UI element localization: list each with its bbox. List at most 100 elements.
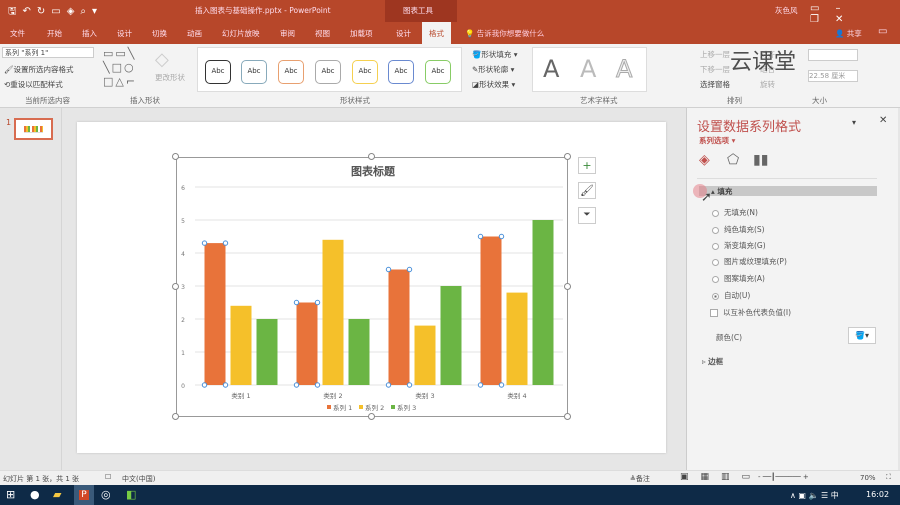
invert-if-negative-checkbox[interactable]: 以互补色代表负值(I): [710, 307, 791, 318]
spellcheck-icon[interactable]: ☐: [105, 473, 111, 481]
x-tick-label: 类别 3: [415, 391, 434, 400]
fill-line-icon[interactable]: ◈: [699, 152, 710, 168]
file-explorer-icon[interactable]: ▰: [53, 488, 61, 501]
chart-styles-button[interactable]: 🖌: [578, 182, 596, 199]
wordart-style-3[interactable]: A: [615, 48, 632, 90]
chart-elements-dropdown[interactable]: 系列 "系列 1": [2, 47, 94, 58]
tab-insert[interactable]: 插入: [82, 28, 97, 39]
comments-icon[interactable]: ▭: [878, 26, 887, 37]
resize-handle[interactable]: [368, 153, 375, 160]
cortana-icon[interactable]: ●: [30, 488, 40, 501]
option-picture-fill[interactable]: 图片或纹理填充(P): [712, 256, 787, 267]
app-icon[interactable]: ◎: [101, 488, 111, 501]
shape-style-7[interactable]: Abc: [425, 60, 451, 84]
tab-transitions[interactable]: 切换: [152, 28, 167, 39]
tab-animations[interactable]: 动画: [187, 28, 202, 39]
language-indicator[interactable]: 中文(中国): [122, 474, 155, 484]
option-gradient-fill[interactable]: 渐变填充(G): [712, 240, 766, 251]
shape-effects-button[interactable]: ◪形状效果 ▾: [472, 79, 515, 90]
ime-indicator[interactable]: 中: [831, 491, 839, 500]
series-selection-handle: [314, 299, 321, 306]
wordart-style-2[interactable]: A: [580, 48, 596, 90]
width-input[interactable]: 22.58 厘米: [808, 70, 858, 82]
series-selection-handle: [222, 240, 229, 246]
shape-style-3[interactable]: Abc: [278, 60, 304, 84]
height-input[interactable]: [808, 49, 858, 61]
shape-effects-label: 形状效果: [479, 80, 510, 89]
rotate-button[interactable]: 旋转: [760, 79, 775, 90]
notes-button[interactable]: ≜备注: [630, 474, 650, 484]
resize-handle[interactable]: [368, 413, 375, 420]
shape-style-6[interactable]: Abc: [388, 60, 414, 84]
resize-handle[interactable]: [172, 153, 179, 160]
border-section-header[interactable]: ▹ 边框: [702, 356, 723, 367]
chart-elements-button[interactable]: +: [578, 157, 596, 174]
color-picker-button[interactable]: 🪣▾: [848, 327, 876, 344]
resize-handle[interactable]: [564, 413, 571, 420]
option-pattern-fill[interactable]: 图案填充(A): [712, 273, 765, 284]
group-label-current-selection: 当前所选内容: [25, 96, 70, 105]
tab-file[interactable]: 文件: [10, 28, 25, 39]
system-tray[interactable]: ∧ ▣ 🔈 ☰ 中: [790, 490, 839, 501]
shape-fill-label: 形状填充: [481, 50, 512, 59]
shape-fill-button[interactable]: 🪣形状填充 ▾: [472, 49, 518, 60]
tab-design[interactable]: 设计: [117, 28, 132, 39]
shape-style-1[interactable]: Abc: [205, 60, 231, 84]
shape-style-2[interactable]: Abc: [241, 60, 267, 84]
checkbox-icon: [710, 309, 718, 317]
wordart-gallery[interactable]: A A A: [532, 47, 647, 92]
chart-frame[interactable]: 图表标题 0 1 2 3 4 5 6 类别 1 类别 2 类别 3 类别 4 系列 1 系列 2 系列 3: [176, 157, 568, 417]
powerpoint-taskbar-icon[interactable]: P: [74, 485, 94, 505]
option-no-fill[interactable]: 无填充(N): [712, 207, 758, 218]
send-backward-button[interactable]: 下移一层: [700, 64, 730, 75]
tab-home[interactable]: 开始: [47, 28, 62, 39]
series-options-chart-icon[interactable]: ▮▮: [753, 152, 768, 168]
y-tick-label: 6: [181, 185, 185, 192]
zoom-level[interactable]: 70%: [860, 474, 876, 482]
wordart-style-1[interactable]: A: [543, 48, 559, 90]
tab-review[interactable]: 审阅: [280, 28, 295, 39]
option-solid-fill[interactable]: 纯色填充(S): [712, 224, 765, 235]
pane-options-dropdown[interactable]: ▾: [852, 118, 856, 127]
chart-filters-button[interactable]: ⏷: [578, 207, 596, 224]
start-icon[interactable]: ⊞: [6, 488, 15, 501]
tab-format[interactable]: 格式: [422, 22, 451, 44]
share-button[interactable]: 👤 共享: [835, 28, 862, 39]
shape-outline-button[interactable]: ✎形状轮廓 ▾: [472, 64, 514, 75]
chart[interactable]: 图表标题 0 1 2 3 4 5 6 类别 1 类别 2 类别 3 类别 4 系列 1 系列 2 系列 3: [177, 158, 569, 418]
change-shape-button[interactable]: 更改形状: [155, 72, 185, 83]
group-label-wordart: 艺术字样式: [580, 96, 618, 105]
user-name[interactable]: 灰色风: [775, 5, 798, 16]
option-automatic[interactable]: 自动(U): [712, 290, 750, 301]
shape-style-5[interactable]: Abc: [352, 60, 378, 84]
resize-handle[interactable]: [172, 413, 179, 420]
resize-handle[interactable]: [564, 283, 571, 290]
bring-forward-button[interactable]: 上移一层: [700, 49, 730, 60]
close-icon[interactable]: ✕: [879, 115, 887, 126]
reset-match-style-button[interactable]: ⟲重设以匹配样式: [4, 79, 63, 90]
fit-slide-icon[interactable]: ⛶: [886, 473, 891, 482]
tell-me-search[interactable]: 💡 告诉我你想要做什么: [465, 28, 544, 39]
shape-styles-gallery[interactable]: Abc Abc Abc Abc Abc Abc Abc: [197, 47, 462, 92]
legend-entry: 系列 3: [397, 403, 416, 412]
fill-section-header[interactable]: ▴ 填充: [699, 186, 877, 196]
group-label-size: 大小: [812, 96, 827, 105]
effects-pentagon-icon[interactable]: ⬠: [727, 152, 739, 168]
shape-style-4[interactable]: Abc: [315, 60, 341, 84]
series-selection-handle: [293, 382, 300, 388]
tab-slideshow[interactable]: 幻灯片放映: [222, 28, 260, 39]
resize-handle[interactable]: [172, 283, 179, 290]
selection-pane-button[interactable]: 选择窗格: [700, 79, 730, 90]
zoom-slider[interactable]: - ──┃────── +: [758, 473, 809, 481]
tab-view[interactable]: 视图: [315, 28, 330, 39]
format-selection-button[interactable]: 🖌设置所选内容格式: [4, 64, 74, 75]
resize-handle[interactable]: [564, 153, 571, 160]
shapes-gallery[interactable]: ▭▭╲ ╲□○ □△⌐: [103, 47, 153, 89]
slide-thumbnail[interactable]: [14, 118, 53, 140]
view-buttons[interactable]: ▣▦▥▭: [680, 472, 762, 482]
app-icon[interactable]: ◧: [126, 488, 136, 501]
tab-chart-design[interactable]: 设计: [396, 28, 411, 39]
tab-addins[interactable]: 加载项: [350, 28, 373, 39]
quick-access-toolbar[interactable]: 🖫↶↻▭◈⌕▾: [8, 4, 103, 21]
series-options-dropdown[interactable]: 系列选项 ▾: [699, 135, 735, 146]
